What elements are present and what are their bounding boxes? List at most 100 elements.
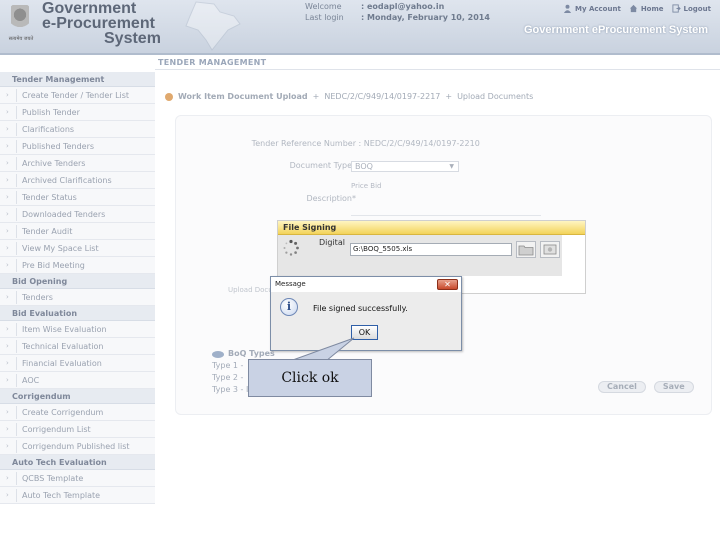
emblem-motto: सत्यमेव जयते: [8, 36, 34, 42]
sidebar-section-bid-evaluation[interactable]: Bid Evaluation: [0, 306, 155, 321]
form-buttons: Cancel Save: [598, 381, 694, 393]
breadcrumb-item[interactable]: Work Item Document Upload: [178, 92, 308, 101]
system-name: Government eProcurement System: [523, 24, 708, 36]
sidebar-item-label: Tender Audit: [22, 227, 73, 236]
sidebar-item-tenders[interactable]: › Tenders: [0, 289, 155, 306]
sidebar-item-my-space-list[interactable]: › View My Space List: [0, 240, 155, 257]
sidebar-item-financial-evaluation[interactable]: › Financial Evaluation: [0, 355, 155, 372]
chevron-right-icon: ›: [6, 176, 9, 184]
browse-button[interactable]: [516, 241, 536, 258]
save-button[interactable]: Save: [653, 381, 694, 393]
sidebar-item-corrigendum-list[interactable]: › Corrigendum List: [0, 421, 155, 438]
sidebar-section-bid-opening[interactable]: Bid Opening: [0, 274, 155, 289]
sidebar-section-auto-tech-evaluation[interactable]: Auto Tech Evaluation: [0, 455, 155, 470]
sidebar-item-corrigendum-published-list[interactable]: › Corrigendum Published list: [0, 438, 155, 455]
sidebar-item-item-wise-evaluation[interactable]: › Item Wise Evaluation: [0, 321, 155, 338]
chevron-down-icon: ▼: [449, 163, 454, 170]
sidebar-item-pre-bid-meeting[interactable]: › Pre Bid Meeting: [0, 257, 155, 274]
page-title: TENDER MANAGEMENT: [158, 58, 267, 67]
sidebar-item-publish-tender[interactable]: › Publish Tender: [0, 104, 155, 121]
title-divider: [155, 69, 720, 70]
sidebar-item-create-corrigendum[interactable]: › Create Corrigendum: [0, 404, 155, 421]
sidebar-item-create-tender[interactable]: › Create Tender / Tender List: [0, 87, 155, 104]
sidebar-item-label: Corrigendum List: [22, 425, 91, 434]
chevron-right-icon: ›: [6, 325, 9, 333]
site-logo-title[interactable]: Government e-Procurement System: [42, 0, 161, 47]
last-login-label: Last login: [305, 13, 344, 22]
sidebar-item-label: QCBS Template: [22, 474, 84, 483]
certificate-icon: [543, 244, 557, 255]
chevron-right-icon: ›: [6, 159, 9, 167]
breadcrumb-item[interactable]: NEDC/2/C/949/14/0197-2217: [324, 92, 440, 101]
sidebar-item-aoc[interactable]: › AOC: [0, 372, 155, 389]
chevron-right-icon: ›: [6, 342, 9, 350]
home-icon: [629, 4, 637, 13]
logo-title-line: e-Procurement: [42, 15, 155, 32]
breadcrumb: Work Item Document Upload + NEDC/2/C/949…: [165, 92, 533, 101]
logo-title-line: Government: [42, 0, 137, 17]
top-links: My Account Home Logout: [563, 4, 711, 13]
close-button[interactable]: ✕: [437, 279, 458, 290]
sidebar-section-corrigendum[interactable]: Corrigendum: [0, 389, 155, 404]
document-type-value: BOQ: [355, 162, 373, 171]
sidebar-item-clarifications[interactable]: › Clarifications: [0, 121, 155, 138]
tender-ref-value: NEDC/2/C/949/14/0197-2210: [363, 139, 480, 148]
sidebar-item-label: Tender Status: [22, 193, 77, 202]
sidebar-item-label: Auto Tech Template: [22, 491, 101, 500]
file-signing-titlebar[interactable]: File Signing: [278, 221, 585, 235]
chevron-right-icon: ›: [6, 442, 9, 450]
sign-button[interactable]: [540, 241, 560, 258]
document-type-label: Document Type*: [289, 161, 356, 170]
sidebar-item-label: Archive Tenders: [22, 159, 86, 168]
cancel-button[interactable]: Cancel: [598, 381, 646, 393]
sidebar-item-auto-tech-template[interactable]: › Auto Tech Template: [0, 487, 155, 504]
sidebar-item-tender-status[interactable]: › Tender Status: [0, 189, 155, 206]
sidebar-item-label: Published Tenders: [22, 142, 95, 151]
chevron-right-icon: ›: [6, 376, 9, 384]
chevron-right-icon: ›: [6, 210, 9, 218]
sidebar-section-tender-management[interactable]: Tender Management: [0, 72, 155, 87]
sidebar-item-archived-clarifications[interactable]: › Archived Clarifications: [0, 172, 155, 189]
chevron-right-icon: ›: [6, 425, 9, 433]
chevron-right-icon: ›: [6, 244, 9, 252]
logout-link[interactable]: Logout: [671, 4, 711, 13]
sidebar-item-label: Publish Tender: [22, 108, 80, 117]
sidebar-item-technical-evaluation[interactable]: › Technical Evaluation: [0, 338, 155, 355]
info-icon: i: [280, 298, 298, 316]
message-titlebar[interactable]: Message ✕: [271, 277, 461, 292]
ashoka-emblem-icon: [11, 5, 29, 33]
national-emblem-logo: सत्यमेव जयते: [8, 5, 33, 45]
last-login-row: Last login : Monday, February 10, 2014: [305, 12, 490, 23]
breadcrumb-separator: +: [445, 92, 453, 101]
logout-icon: [671, 4, 681, 13]
sidebar-item-label: Downloaded Tenders: [22, 210, 106, 219]
description-row: Description*: [176, 194, 356, 203]
sidebar-item-label: AOC: [22, 376, 40, 385]
chevron-right-icon: ›: [6, 359, 9, 367]
last-login-value: : Monday, February 10, 2014: [361, 13, 490, 22]
sidebar-item-tender-audit[interactable]: › Tender Audit: [0, 223, 155, 240]
sidebar: Tender Management › Create Tender / Tende…: [0, 72, 155, 540]
description-textarea[interactable]: Price Bid: [351, 182, 541, 216]
sidebar-item-published-tenders[interactable]: › Published Tenders: [0, 138, 155, 155]
sidebar-item-label: Clarifications: [22, 125, 75, 134]
sidebar-item-label: Create Corrigendum: [22, 408, 104, 417]
document-type-select[interactable]: BOQ ▼: [351, 161, 459, 172]
bullet-icon: [165, 92, 173, 101]
chevron-right-icon: ›: [6, 91, 9, 99]
chevron-right-icon: ›: [6, 491, 9, 499]
sidebar-item-label: Corrigendum Published list: [22, 442, 130, 451]
logout-label: Logout: [683, 4, 711, 13]
breadcrumb-separator: +: [312, 92, 320, 101]
sidebar-item-label: Item Wise Evaluation: [22, 325, 107, 334]
home-link[interactable]: Home: [629, 4, 664, 13]
breadcrumb-item: Upload Documents: [457, 92, 534, 101]
chevron-right-icon: ›: [6, 125, 9, 133]
file-signing-body: Digital G:\BOQ_5505.xls: [278, 235, 562, 276]
sidebar-item-archive-tenders[interactable]: › Archive Tenders: [0, 155, 155, 172]
my-account-link[interactable]: My Account: [563, 4, 621, 13]
sidebar-item-downloaded-tenders[interactable]: › Downloaded Tenders: [0, 206, 155, 223]
message-title: Message: [275, 280, 306, 288]
sidebar-item-qcbs-template[interactable]: › QCBS Template: [0, 470, 155, 487]
file-path-field[interactable]: G:\BOQ_5505.xls: [350, 243, 512, 256]
